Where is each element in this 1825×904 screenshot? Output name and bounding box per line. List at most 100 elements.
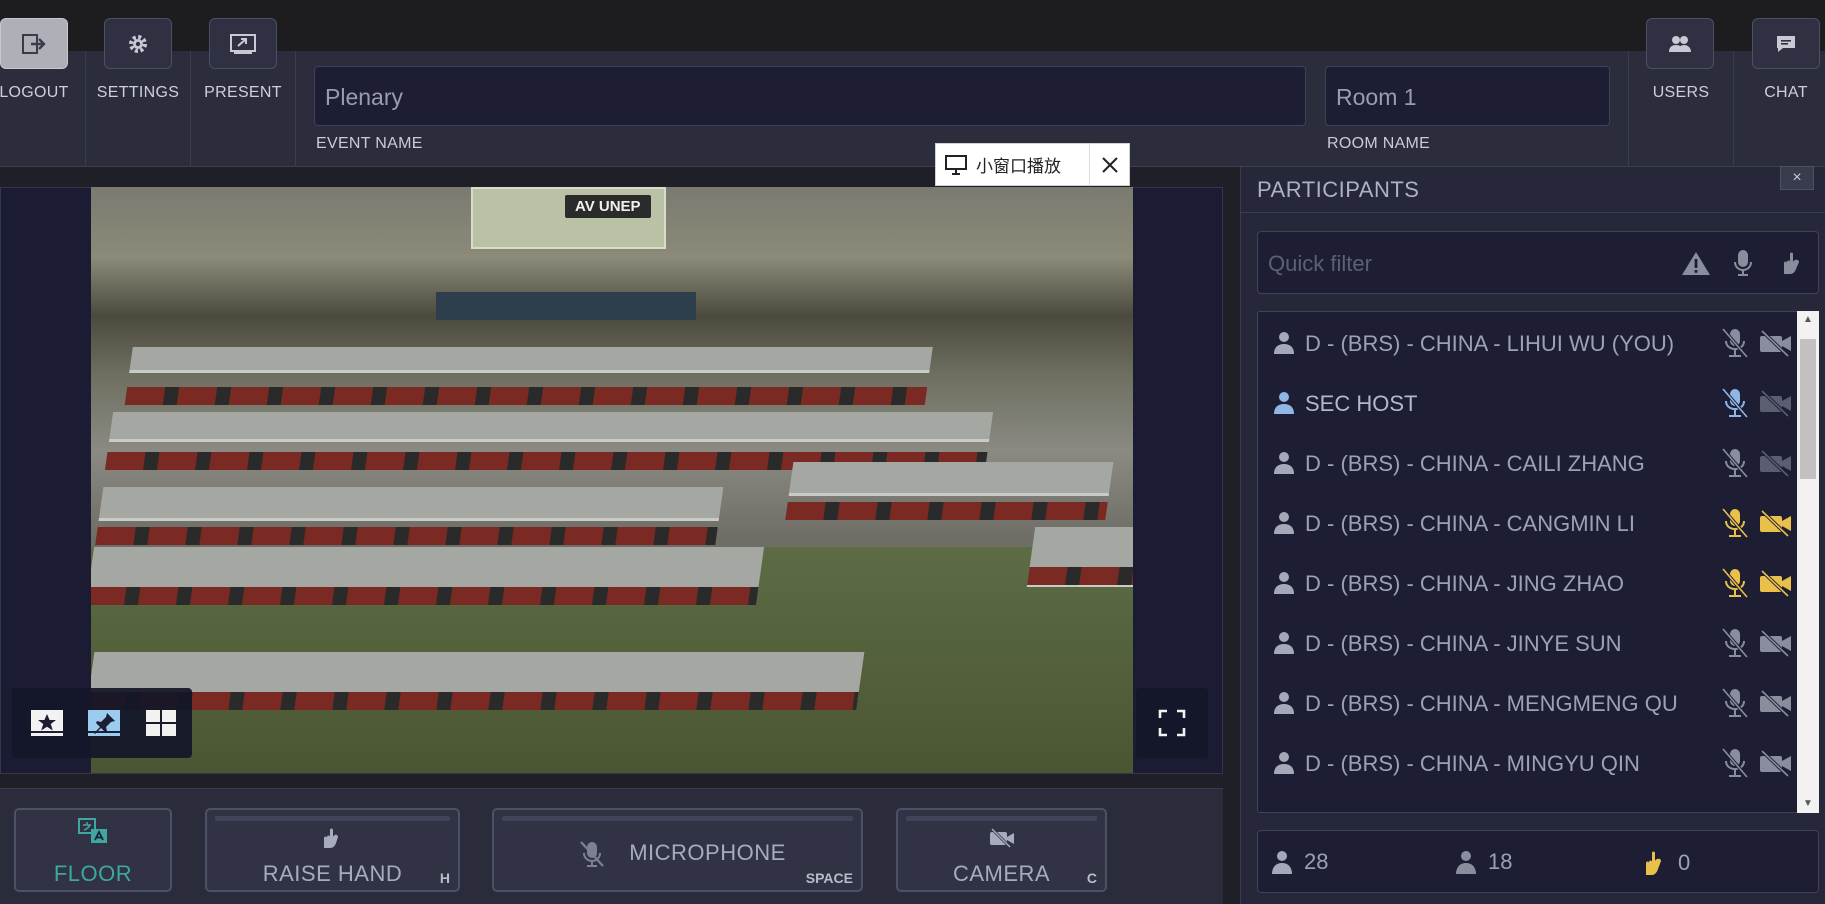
raised-hands-count: 0 xyxy=(1678,850,1691,875)
close-panel-button[interactable]: × xyxy=(1780,166,1814,190)
raise-hand-button[interactable]: RAISE HAND H xyxy=(205,808,460,892)
chat-bubble-icon[interactable] xyxy=(1752,18,1820,69)
total-participants-stat: 28 xyxy=(1270,849,1328,875)
camera-shortcut: C xyxy=(1086,870,1097,886)
pip-label: 小窗口播放 xyxy=(976,157,1061,176)
floor-label: FLOOR xyxy=(53,861,133,886)
camera-off-icon[interactable] xyxy=(1758,689,1794,717)
microphone-muted-icon[interactable] xyxy=(1720,507,1750,539)
camera-indicator xyxy=(906,816,1097,821)
microphone-label: MICROPHONE xyxy=(629,840,786,865)
users-label: USERS xyxy=(1652,84,1710,101)
users-button[interactable]: USERS xyxy=(1629,0,1733,116)
chat-label: CHAT xyxy=(1764,84,1808,101)
camera-off-icon[interactable] xyxy=(1758,329,1794,357)
microphone-indicator xyxy=(502,816,853,821)
delegate-desk-row xyxy=(1026,527,1133,587)
participant-row[interactable]: D - (BRS) - CHINA - CAILI ZHANG xyxy=(1258,432,1798,492)
participants-list[interactable]: D - (BRS) - CHINA - LIHUI WU (YOU) SEC HO… xyxy=(1257,311,1819,813)
participant-row[interactable]: D - (BRS) - CHINA - LIHUI WU (YOU) xyxy=(1258,312,1798,372)
toolbar-divider xyxy=(295,51,296,167)
present-button[interactable]: PRESENT xyxy=(191,0,295,116)
delegate-desk-row xyxy=(108,412,994,442)
delegate-desk-row xyxy=(788,462,1114,496)
camera-off-icon[interactable] xyxy=(1758,509,1794,537)
hand-filter-icon[interactable] xyxy=(1778,248,1808,278)
quick-filter-input[interactable]: Quick filter xyxy=(1257,231,1819,294)
pip-popup[interactable]: 小窗口播放 xyxy=(935,143,1130,186)
spotlight-star-icon[interactable] xyxy=(30,708,64,738)
venue-podium xyxy=(436,292,696,320)
room-name-label: ROOM NAME xyxy=(1327,135,1431,152)
delegate-desk-row xyxy=(98,487,724,521)
participant-row[interactable]: D - (BRS) - CHINA - MINGYU QIN xyxy=(1258,732,1798,792)
layout-controls xyxy=(12,688,192,758)
floor-button[interactable]: FLOOR xyxy=(14,808,172,892)
microphone-muted-icon[interactable] xyxy=(1720,387,1750,419)
warning-filter-icon[interactable] xyxy=(1681,248,1711,278)
pin-icon[interactable] xyxy=(87,708,121,738)
camera-off-icon xyxy=(898,824,1105,852)
hand-icon xyxy=(1646,851,1661,875)
delegate-desk-row xyxy=(91,652,865,700)
microphone-muted-icon[interactable] xyxy=(1720,447,1750,479)
total-participants-count: 28 xyxy=(1304,849,1329,874)
user-icon xyxy=(1274,332,1294,354)
camera-off-icon[interactable] xyxy=(1758,449,1794,477)
participant-row[interactable]: D - (BRS) - CHINA - JINYE SUN xyxy=(1258,612,1798,672)
camera-off-icon[interactable] xyxy=(1758,629,1794,657)
camera-off-icon[interactable] xyxy=(1758,749,1794,777)
participant-row[interactable]: D - (BRS) - CHINA - MENGMENG QU xyxy=(1258,672,1798,732)
camera-label: CAMERA xyxy=(952,861,1051,886)
user-icon xyxy=(1272,851,1292,874)
scroll-down-arrow-icon[interactable]: ▼ xyxy=(1797,795,1819,813)
scroll-up-arrow-icon[interactable]: ▲ xyxy=(1797,311,1819,329)
microphone-muted-icon[interactable] xyxy=(1720,687,1750,719)
participant-row[interactable]: SEC HOST xyxy=(1258,372,1798,432)
microphone-shortcut: SPACE xyxy=(805,870,853,886)
microphone-filter-icon[interactable] xyxy=(1728,248,1758,278)
scrollbar-thumb[interactable] xyxy=(1800,339,1816,479)
camera-button[interactable]: CAMERA C xyxy=(896,808,1107,892)
microphone-muted-icon[interactable] xyxy=(1720,627,1750,659)
microphone-muted-icon[interactable] xyxy=(1720,747,1750,779)
logout-icon[interactable] xyxy=(0,18,68,69)
camera-off-icon[interactable] xyxy=(1758,389,1794,417)
participants-title: PARTICIPANTS xyxy=(1257,177,1420,202)
grid-layout-icon[interactable] xyxy=(144,708,178,738)
microphone-muted-icon[interactable] xyxy=(1720,567,1750,599)
monitor-icon xyxy=(936,143,976,186)
user-icon xyxy=(1274,572,1294,594)
gear-icon[interactable] xyxy=(104,18,172,69)
logout-button[interactable]: LOGOUT xyxy=(0,0,84,116)
hand-icon xyxy=(207,824,458,852)
user-icon xyxy=(1274,692,1294,714)
user-icon xyxy=(1274,632,1294,654)
participant-name: D - (BRS) - CHINA - MENGMENG QU xyxy=(1305,691,1678,716)
participants-scrollbar[interactable]: ▲ ▼ xyxy=(1797,311,1819,813)
participant-row[interactable]: D - (BRS) - CHINA - JING ZHAO xyxy=(1258,552,1798,612)
microphone-muted-icon[interactable] xyxy=(1720,327,1750,359)
video-feed[interactable]: AV UNEP xyxy=(91,187,1133,773)
present-screen-icon[interactable] xyxy=(209,18,277,69)
camera-off-icon[interactable] xyxy=(1758,569,1794,597)
microphone-button[interactable]: MICROPHONE SPACE xyxy=(492,808,863,892)
user-icon xyxy=(1274,752,1294,774)
users-icon[interactable] xyxy=(1646,18,1714,69)
event-name-field[interactable]: Plenary xyxy=(314,66,1306,126)
present-participants-stat: 18 xyxy=(1454,849,1512,875)
fullscreen-icon[interactable] xyxy=(1136,688,1208,758)
participant-name: D - (BRS) - CHINA - CAILI ZHANG xyxy=(1305,451,1645,476)
present-participants-count: 18 xyxy=(1488,849,1513,874)
participant-name: D - (BRS) - CHINA - JINYE SUN xyxy=(1305,631,1622,656)
chat-button[interactable]: CHAT xyxy=(1734,0,1825,116)
quick-filter-placeholder: Quick filter xyxy=(1268,251,1372,276)
raise-hand-indicator xyxy=(215,816,450,821)
close-icon[interactable] xyxy=(1089,143,1129,186)
settings-button[interactable]: SETTINGS xyxy=(86,0,190,116)
participant-row[interactable]: D - (BRS) - CHINA - CANGMIN LI xyxy=(1258,492,1798,552)
raise-hand-shortcut: H xyxy=(439,870,450,886)
room-name-field[interactable]: Room 1 xyxy=(1325,66,1610,126)
user-icon xyxy=(1274,392,1294,414)
raise-hand-label: RAISE HAND xyxy=(262,861,403,886)
